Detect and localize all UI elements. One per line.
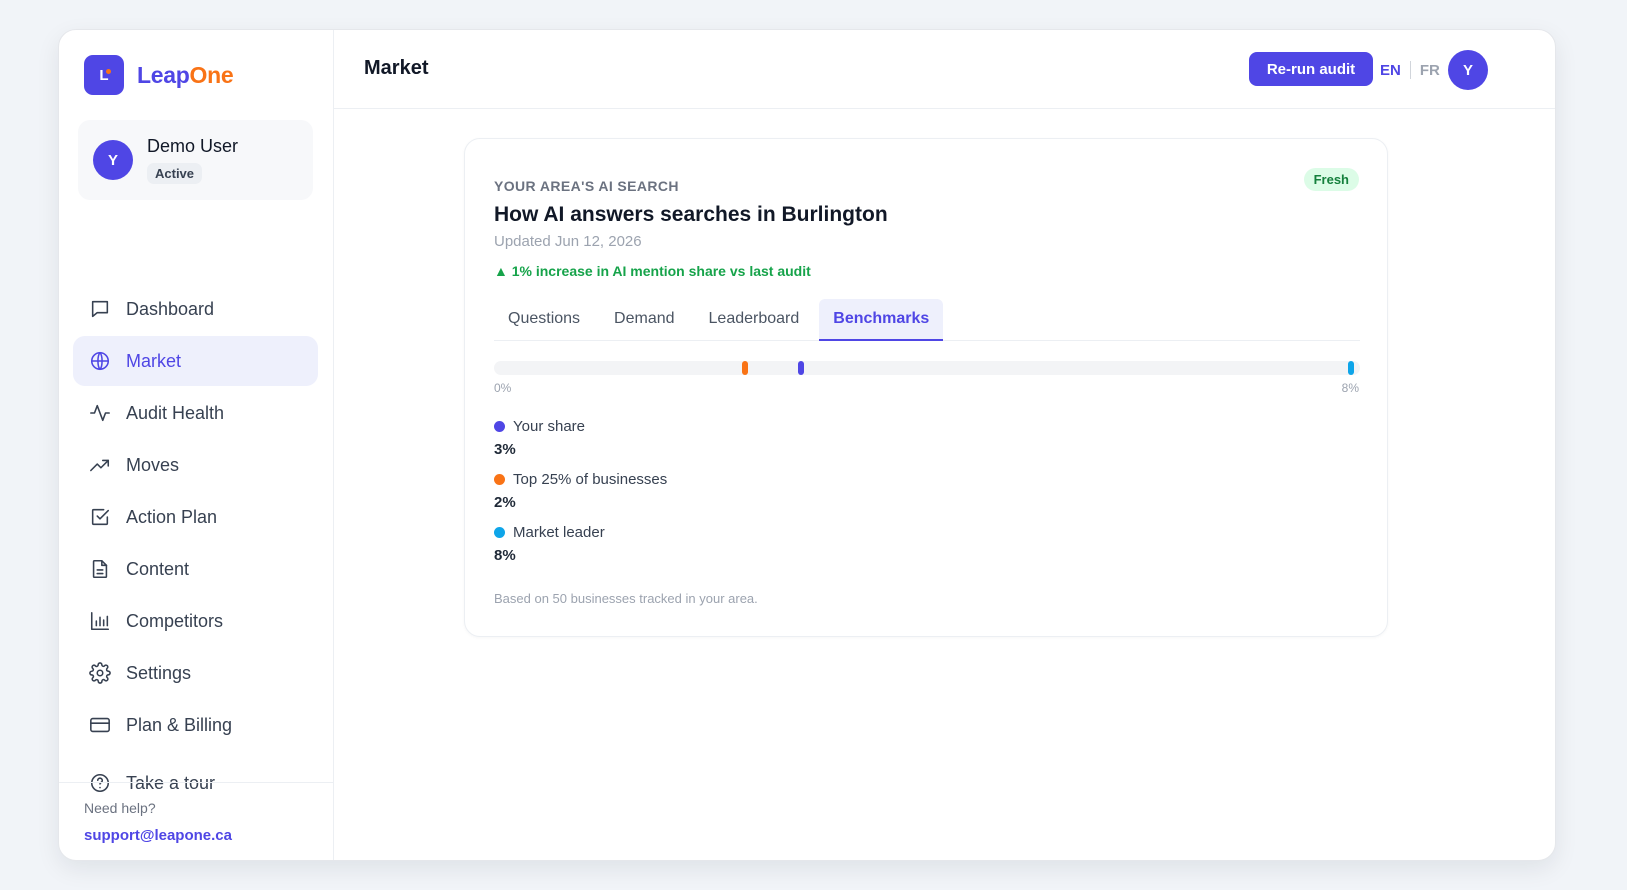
sidebar-nav: Dashboard Market Audit Health Moves Acti… <box>73 284 318 752</box>
card-tabs: Questions Demand Leaderboard Benchmarks <box>494 299 1360 341</box>
ai-search-card: YOUR AREA'S AI SEARCH Fresh How AI answe… <box>464 138 1388 637</box>
card-title: How AI answers searches in Burlington <box>494 203 888 226</box>
sidebar-item-label: Action Plan <box>126 506 218 527</box>
fresh-badge: Fresh <box>1303 168 1359 191</box>
user-name: Demo User <box>147 136 239 156</box>
marker-your-share <box>798 361 805 375</box>
logo[interactable]: L LeapOne <box>84 55 234 95</box>
sidebar-item-label: Settings <box>126 662 192 683</box>
legend-dot <box>494 526 505 538</box>
legend-dot <box>494 420 505 432</box>
legend-item: Your share <box>494 416 667 436</box>
card-eyebrow: YOUR AREA'S AI SEARCH <box>494 178 679 194</box>
sidebar-item-settings[interactable]: Settings <box>73 648 318 698</box>
sidebar-item-label: Competitors <box>126 610 224 631</box>
gear-icon <box>89 662 111 684</box>
user-card[interactable]: Y Demo User Active <box>78 120 313 200</box>
sidebar: L LeapOne Y Demo User Active Dashboard M… <box>59 30 334 860</box>
tab-questions[interactable]: Questions <box>494 299 594 341</box>
checkbox-icon <box>91 508 110 526</box>
sidebar-item-label: Plan & Billing <box>126 714 233 735</box>
legend-dot <box>494 473 505 485</box>
sidebar-item-audit-health[interactable]: Audit Health <box>73 388 318 438</box>
sidebar-item-competitors[interactable]: Competitors <box>73 596 318 646</box>
legend-item: Top 25% of businesses <box>494 469 667 489</box>
updated-date: Updated Jun 12, 2026 <box>494 233 642 250</box>
trending-up-icon <box>90 459 110 472</box>
main-content: Market Re-run audit EN FR Y YOUR AREA'S … <box>334 30 1555 860</box>
document-icon <box>92 559 108 579</box>
marker-market-leader <box>1348 361 1355 375</box>
top-bar: Market Re-run audit EN FR Y <box>334 30 1555 109</box>
support-email-link[interactable]: support@leapone.ca <box>84 827 334 844</box>
app-window: L LeapOne Y Demo User Active Dashboard M… <box>58 29 1556 861</box>
legend-value: 8% <box>494 547 516 564</box>
logo-mark-icon: L <box>84 55 124 95</box>
lang-divider <box>1409 61 1411 79</box>
legend-label: Market leader <box>513 523 605 541</box>
sidebar-item-label: Market <box>126 350 182 371</box>
sidebar-item-market[interactable]: Market <box>73 336 318 386</box>
sidebar-item-label: Content <box>126 558 190 579</box>
lang-en-button[interactable]: EN <box>1380 62 1401 79</box>
sidebar-item-moves[interactable]: Moves <box>73 440 318 490</box>
legend-value: 3% <box>494 441 516 458</box>
language-switcher: EN FR <box>1380 61 1440 79</box>
logo-text-leap: Leap <box>137 61 190 88</box>
sidebar-item-action-plan[interactable]: Action Plan <box>73 492 318 542</box>
tab-benchmarks[interactable]: Benchmarks <box>819 299 944 341</box>
status-badge: Active <box>147 163 203 184</box>
tab-leaderboard[interactable]: Leaderboard <box>695 299 814 341</box>
marker-top-25 <box>742 361 749 375</box>
logo-dot <box>106 69 111 74</box>
sidebar-item-content[interactable]: Content <box>73 544 318 594</box>
user-info: Demo User Active <box>147 136 238 184</box>
sidebar-item-label: Moves <box>126 454 180 475</box>
avatar: Y <box>93 140 133 180</box>
tab-demand[interactable]: Demand <box>600 299 688 341</box>
logo-text: LeapOne <box>137 61 234 89</box>
sidebar-item-label: Audit Health <box>126 402 225 423</box>
sidebar-item-plan-billing[interactable]: Plan & Billing <box>73 700 318 750</box>
axis-min-label: 0% <box>494 381 512 395</box>
pulse-icon <box>90 404 110 422</box>
benchmark-track <box>494 361 1360 375</box>
bar-chart-icon <box>90 611 110 631</box>
legend-value: 2% <box>494 494 516 511</box>
rerun-audit-button[interactable]: Re-run audit <box>1249 52 1373 86</box>
trend-indicator: ▲ 1% increase in AI mention share vs las… <box>494 263 811 279</box>
legend-item: Market leader <box>494 522 667 542</box>
chat-icon <box>91 300 109 318</box>
legend-label: Your share <box>513 417 585 435</box>
help-section: Need help? support@leapone.ca <box>59 782 334 844</box>
axis-max-label: 8% <box>1341 381 1359 395</box>
lang-fr-button[interactable]: FR <box>1420 62 1440 79</box>
logo-text-one: One <box>189 61 234 88</box>
sidebar-item-label: Dashboard <box>126 298 215 319</box>
credit-card-icon <box>90 717 110 733</box>
page-title: Market <box>364 57 429 79</box>
help-label: Need help? <box>84 800 156 816</box>
sidebar-item-dashboard[interactable]: Dashboard <box>73 284 318 334</box>
footnote: Based on 50 businesses tracked in your a… <box>494 591 758 606</box>
user-avatar-button[interactable]: Y <box>1448 50 1488 90</box>
legend-label: Top 25% of businesses <box>513 470 668 488</box>
globe-icon <box>90 351 110 371</box>
benchmark-legend: Your share 3% Top 25% of businesses 2% M… <box>494 416 667 575</box>
